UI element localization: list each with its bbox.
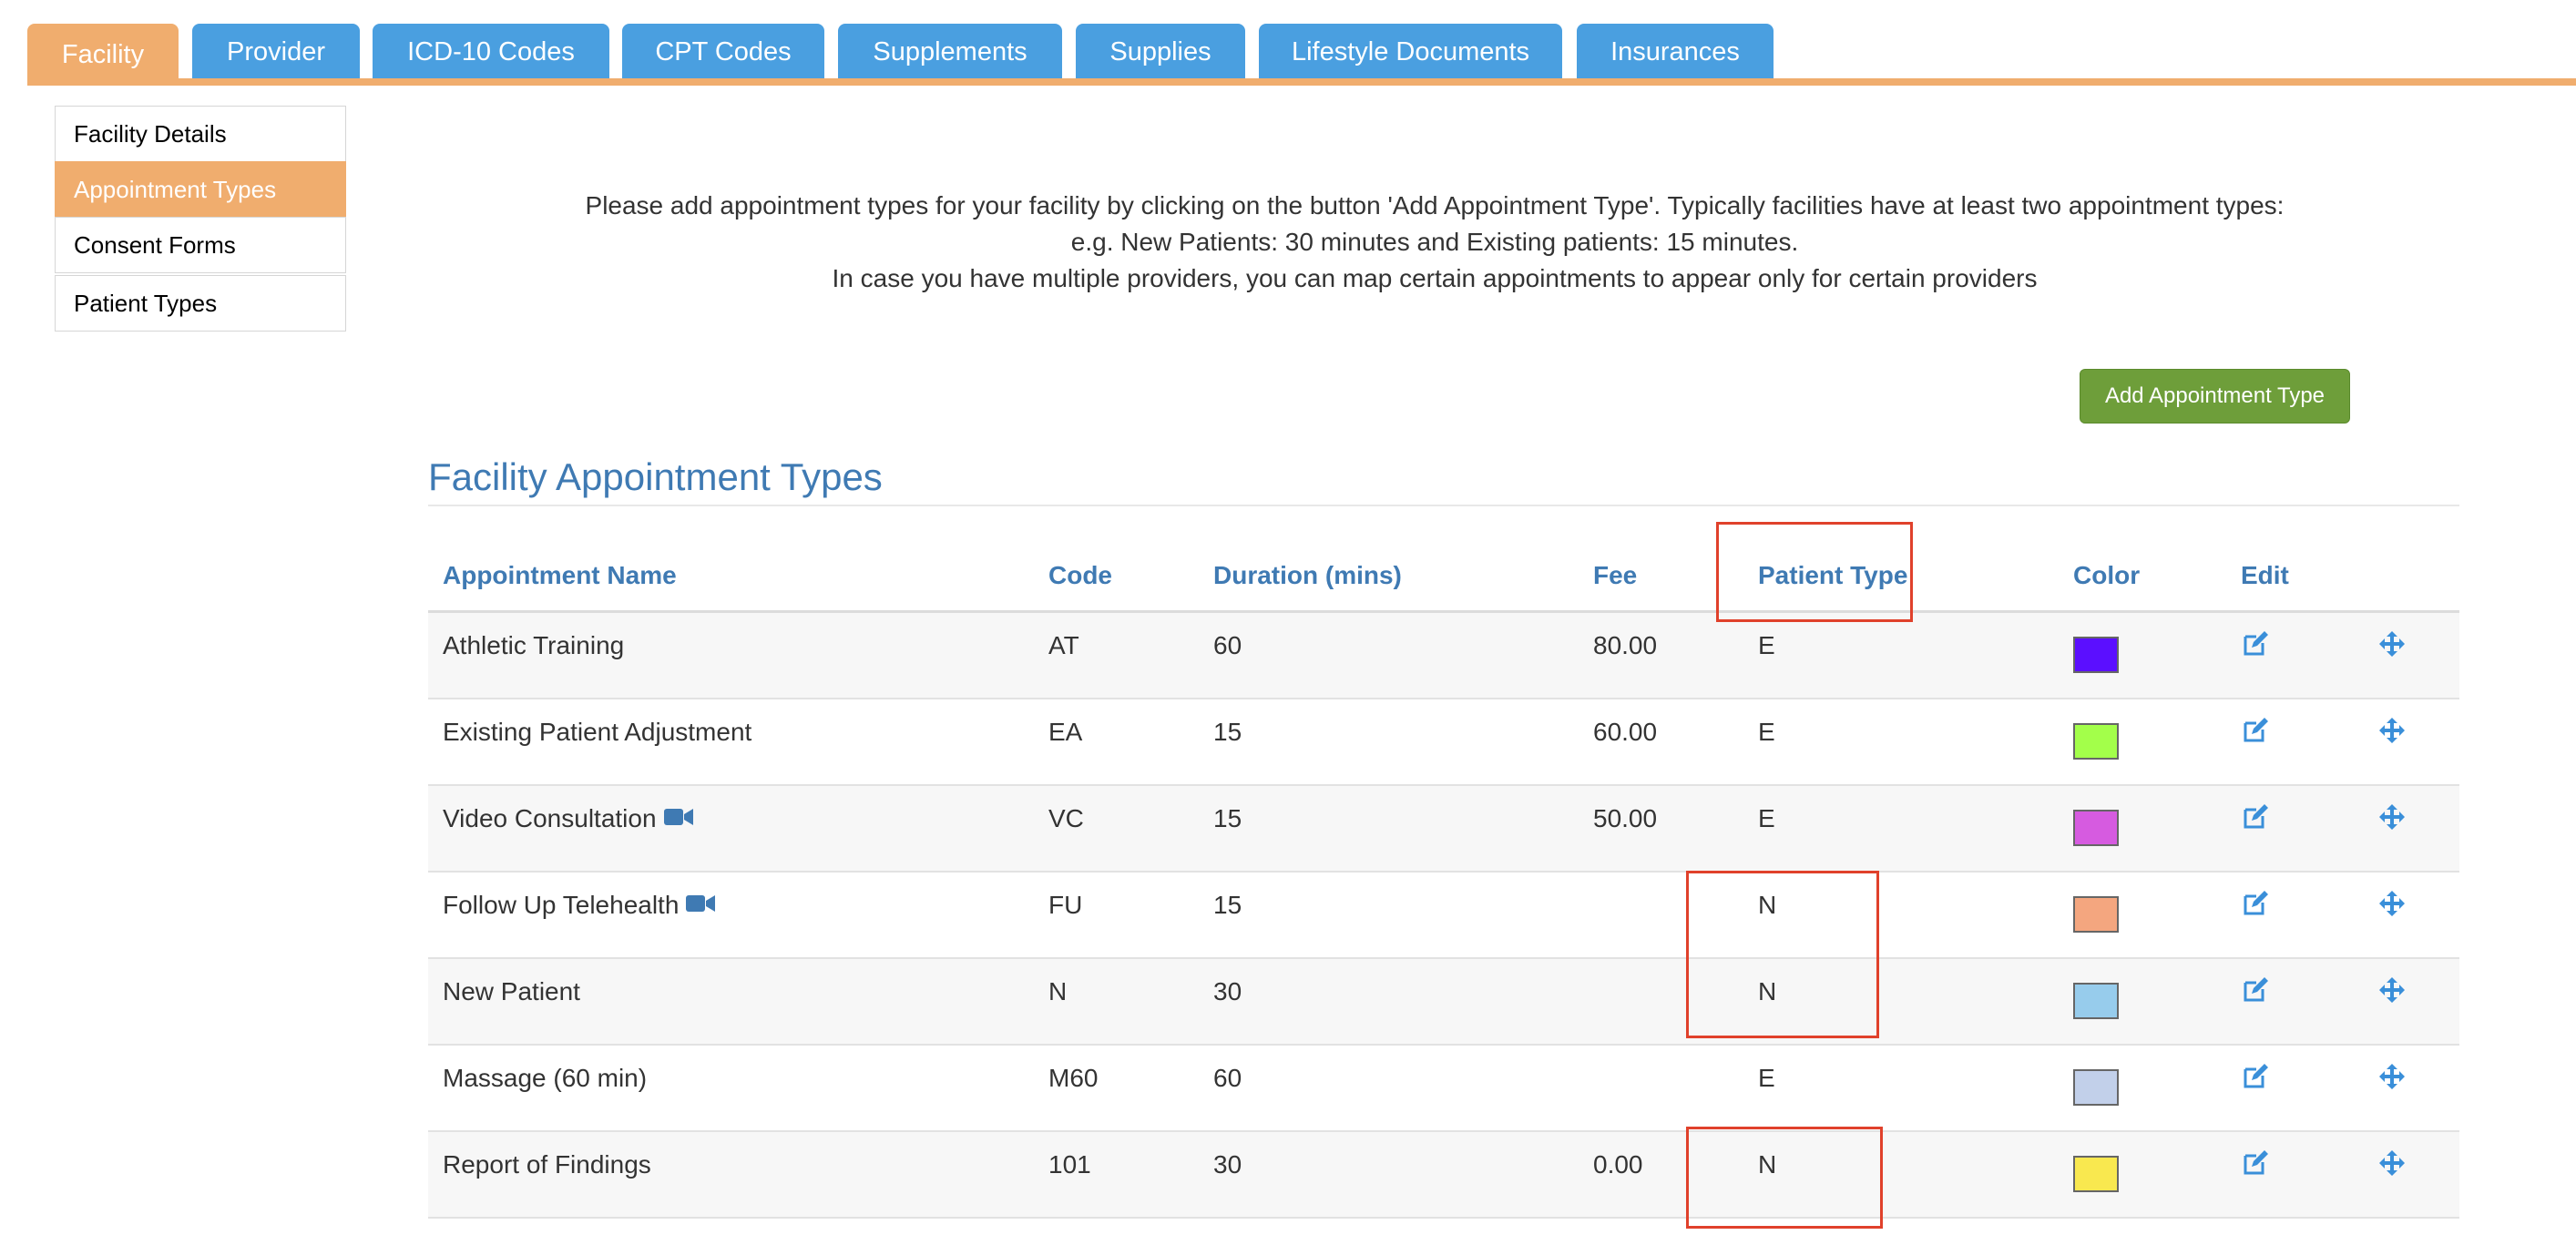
cell-patient-type: E — [1758, 804, 1775, 832]
table-body: Athletic Training AT 60 80.00 E Existing Pati… — [428, 613, 2459, 1219]
drag-move-icon[interactable] — [2377, 802, 2407, 832]
tab-lifestyle-documents[interactable]: Lifestyle Documents — [1259, 24, 1562, 80]
section-divider — [428, 505, 2459, 506]
header-fee[interactable]: Fee — [1593, 561, 1637, 590]
cell-duration: 15 — [1213, 804, 1242, 832]
cell-code: EA — [1048, 718, 1083, 746]
edit-icon[interactable] — [2241, 802, 2270, 832]
cell-code: M60 — [1048, 1064, 1099, 1092]
cell-duration: 30 — [1213, 977, 1242, 1005]
cell-appointment-name: New Patient — [443, 977, 580, 1006]
highlight-box-patient-type-header — [1716, 522, 1913, 622]
cell-duration: 15 — [1213, 718, 1242, 746]
table-header: Appointment Name Code Duration (mins) Fe… — [428, 546, 2459, 613]
color-swatch — [2073, 637, 2119, 673]
cell-code: N — [1048, 977, 1068, 1005]
cell-appointment-name: Athletic Training — [443, 631, 624, 660]
sidebar-item-appointment-types[interactable]: Appointment Types — [55, 161, 346, 218]
edit-icon[interactable] — [2241, 975, 2270, 1005]
tab-icd10-codes[interactable]: ICD-10 Codes — [373, 24, 609, 80]
cell-appointment-name: Follow Up Telehealth — [443, 891, 716, 920]
cell-code: AT — [1048, 631, 1079, 659]
cell-appointment-name: Report of Findings — [443, 1150, 651, 1179]
cell-patient-type: E — [1758, 1064, 1775, 1092]
sidebar-item-facility-details[interactable]: Facility Details — [55, 106, 346, 162]
appointment-name-text: Follow Up Telehealth — [443, 891, 680, 919]
appointment-name-text: Massage (60 min) — [443, 1064, 648, 1092]
header-appointment-name[interactable]: Appointment Name — [443, 561, 677, 590]
cell-fee: 80.00 — [1593, 631, 1658, 659]
intro-line-3: In case you have multiple providers, you… — [832, 264, 2038, 292]
video-camera-icon — [679, 891, 716, 920]
tab-underline — [27, 78, 2576, 86]
intro-text: Please add appointment types for your fa… — [428, 188, 2441, 297]
color-swatch — [2073, 896, 2119, 933]
color-swatch — [2073, 983, 2119, 1019]
appointment-name-text: New Patient — [443, 977, 580, 1005]
sidebar: Facility Details Appointment Types Conse… — [55, 106, 346, 332]
table-row: Existing Patient Adjustment EA 15 60.00 E — [428, 699, 2459, 786]
cell-duration: 60 — [1213, 1064, 1242, 1092]
header-color[interactable]: Color — [2073, 561, 2140, 590]
table-row: Video Consultation VC 15 50.00 E — [428, 786, 2459, 873]
cell-appointment-name: Video Consultation — [443, 804, 693, 833]
appointment-name-text: Athletic Training — [443, 631, 625, 659]
tab-cpt-codes[interactable]: CPT Codes — [622, 24, 824, 80]
sidebar-item-consent-forms[interactable]: Consent Forms — [55, 217, 346, 273]
intro-line-2: e.g. New Patients: 30 minutes and Existi… — [1070, 228, 1799, 256]
drag-move-icon[interactable] — [2377, 1062, 2407, 1091]
edit-icon[interactable] — [2241, 716, 2270, 745]
edit-icon[interactable] — [2241, 629, 2270, 658]
cell-duration: 60 — [1213, 631, 1242, 659]
edit-icon[interactable] — [2241, 1148, 2270, 1178]
table-row: Report of Findings 101 30 0.00 N — [428, 1132, 2459, 1219]
cell-duration: 15 — [1213, 891, 1242, 919]
header-code[interactable]: Code — [1048, 561, 1112, 590]
table-row: Massage (60 min) M60 60 E — [428, 1046, 2459, 1132]
cell-fee: 60.00 — [1593, 718, 1658, 746]
intro-line-1: Please add appointment types for your fa… — [585, 191, 2285, 219]
table-row: New Patient N 30 N — [428, 959, 2459, 1046]
tab-supplies[interactable]: Supplies — [1076, 24, 1245, 80]
cell-appointment-name: Existing Patient Adjustment — [443, 718, 751, 747]
cell-code: VC — [1048, 804, 1084, 832]
color-swatch — [2073, 1069, 2119, 1106]
drag-move-icon[interactable] — [2377, 716, 2407, 745]
highlight-box-new-patient-rows — [1686, 871, 1879, 1038]
table-row: Athletic Training AT 60 80.00 E — [428, 613, 2459, 699]
color-swatch — [2073, 1156, 2119, 1192]
tab-provider[interactable]: Provider — [192, 24, 360, 80]
cell-appointment-name: Massage (60 min) — [443, 1064, 647, 1093]
appointment-name-text: Video Consultation — [443, 804, 657, 832]
cell-patient-type: E — [1758, 631, 1775, 659]
cell-duration: 30 — [1213, 1150, 1242, 1179]
tab-insurances[interactable]: Insurances — [1577, 24, 1774, 80]
tab-supplements[interactable]: Supplements — [838, 24, 1062, 80]
drag-move-icon[interactable] — [2377, 629, 2407, 658]
cell-fee: 50.00 — [1593, 804, 1658, 832]
cell-code: 101 — [1048, 1150, 1091, 1179]
header-duration[interactable]: Duration (mins) — [1213, 561, 1402, 590]
cell-code: FU — [1048, 891, 1083, 919]
cell-fee: 0.00 — [1593, 1150, 1643, 1179]
add-appointment-type-button[interactable]: Add Appointment Type — [2080, 369, 2350, 424]
table-row: Follow Up Telehealth FU 15 N — [428, 873, 2459, 959]
color-swatch — [2073, 723, 2119, 760]
highlight-box-report-row — [1686, 1127, 1883, 1229]
drag-move-icon[interactable] — [2377, 1148, 2407, 1178]
sidebar-item-patient-types[interactable]: Patient Types — [55, 275, 346, 332]
header-edit: Edit — [2241, 561, 2289, 589]
appointment-name-text: Report of Findings — [443, 1150, 651, 1179]
cell-patient-type: E — [1758, 718, 1775, 746]
tab-facility[interactable]: Facility — [27, 24, 179, 86]
edit-icon[interactable] — [2241, 889, 2270, 918]
drag-move-icon[interactable] — [2377, 889, 2407, 918]
section-title: Facility Appointment Types — [428, 455, 883, 498]
appointment-name-text: Existing Patient Adjustment — [443, 718, 752, 746]
appointment-types-table: Appointment Name Code Duration (mins) Fe… — [428, 546, 2459, 1219]
drag-move-icon[interactable] — [2377, 975, 2407, 1005]
video-camera-icon — [657, 804, 693, 833]
edit-icon[interactable] — [2241, 1062, 2270, 1091]
color-swatch — [2073, 810, 2119, 846]
